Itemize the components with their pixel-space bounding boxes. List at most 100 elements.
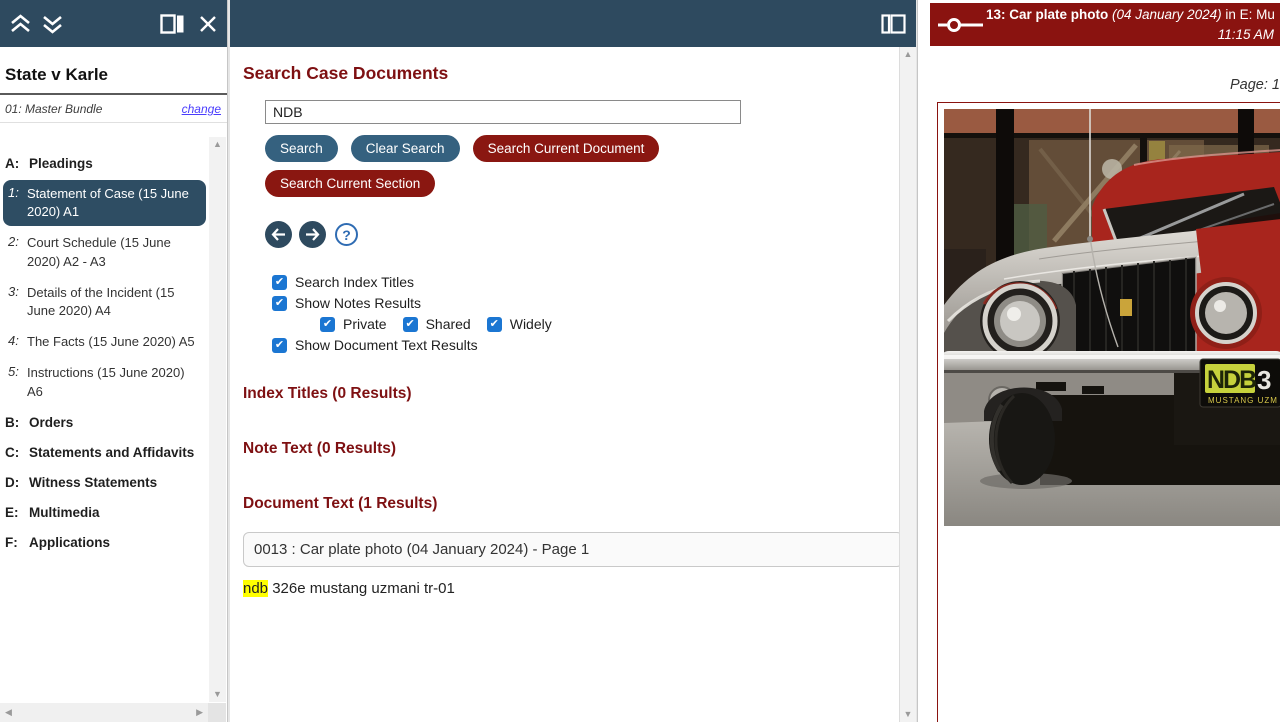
- document-number-title: 13: Car plate photo: [986, 7, 1108, 22]
- search-title: Search Case Documents: [243, 63, 876, 84]
- expand-all-icon[interactable]: [41, 13, 64, 35]
- search-input[interactable]: [265, 100, 741, 124]
- item-label: Instructions (15 June 2020) A6: [27, 364, 199, 400]
- scroll-right-icon[interactable]: ▶: [196, 708, 203, 717]
- section-letter: C:: [5, 445, 29, 460]
- item-label: Court Schedule (15 June 2020) A2 - A3: [27, 234, 199, 270]
- document-viewer-panel: 13: Car plate photo (04 January 2024) in…: [917, 0, 1280, 722]
- result-snippet: ndb 326e mustang uzmani tr-01: [243, 580, 876, 597]
- split-view-icon[interactable]: [881, 14, 906, 34]
- index-section-pleadings[interactable]: A:Pleadings: [3, 150, 206, 177]
- search-panel-header: [230, 0, 916, 47]
- index-panel-header: [0, 0, 227, 47]
- change-bundle-link[interactable]: change: [182, 102, 221, 116]
- search-current-document-button[interactable]: Search Current Document: [473, 135, 660, 162]
- document-page[interactable]: NDB 3 MUSTANG UZM: [937, 102, 1280, 722]
- search-button[interactable]: Search: [265, 135, 338, 162]
- case-index-tree: A:Pleadings1:Statement of Case (15 June …: [0, 137, 208, 702]
- search-index-titles-checkbox[interactable]: ✔: [272, 275, 287, 290]
- index-section-statements-and-affidavits[interactable]: C:Statements and Affidavits: [3, 439, 206, 466]
- section-letter: E:: [5, 505, 29, 520]
- scroll-down-icon[interactable]: ▼: [904, 710, 913, 719]
- index-document-item[interactable]: 1:Statement of Case (15 June 2020) A1: [3, 180, 206, 226]
- item-label: Details of the Incident (15 June 2020) A…: [27, 284, 199, 320]
- show-notes-results-label: Show Notes Results: [295, 295, 421, 311]
- search-vertical-scrollbar[interactable]: ▲ ▼: [899, 47, 916, 722]
- scroll-left-icon[interactable]: ◀: [5, 708, 12, 717]
- index-horizontal-scrollbar[interactable]: ◀ ▶: [0, 703, 208, 722]
- scroll-down-icon[interactable]: ▼: [213, 690, 222, 699]
- plate-letters: NDB: [1207, 366, 1256, 394]
- section-letter: F:: [5, 535, 29, 550]
- car-plate-photo: NDB 3 MUSTANG UZM: [944, 109, 1280, 526]
- page-slider-icon[interactable]: [938, 15, 986, 35]
- collapse-all-icon[interactable]: [9, 13, 32, 35]
- close-icon[interactable]: [198, 14, 218, 34]
- section-title: Witness Statements: [29, 475, 157, 490]
- show-document-text-checkbox[interactable]: ✔: [272, 338, 287, 353]
- index-vertical-scrollbar[interactable]: ▲ ▼: [209, 137, 226, 702]
- document-date: (04 January 2024): [1108, 7, 1221, 22]
- scroll-up-icon[interactable]: ▲: [904, 50, 913, 59]
- section-letter: A:: [5, 156, 29, 171]
- document-text-heading: Document Text (1 Results): [243, 495, 876, 513]
- item-label: The Facts (15 June 2020) A5: [27, 333, 199, 351]
- viewer-timestamp: 11:15 AM: [986, 25, 1274, 45]
- previous-result-button[interactable]: [265, 221, 292, 248]
- section-letter: B:: [5, 415, 29, 430]
- app-window: State v Karle 01: Master Bundle change A…: [0, 0, 1280, 722]
- split-view-icon[interactable]: [160, 14, 185, 34]
- snippet-highlight: ndb: [243, 580, 268, 597]
- scrollbar-corner: [208, 703, 226, 722]
- search-panel: Search Case Documents Search Clear Searc…: [230, 0, 916, 722]
- private-label: Private: [343, 316, 387, 332]
- index-section-multimedia[interactable]: E:Multimedia: [3, 499, 206, 526]
- item-number: 1:: [5, 185, 27, 221]
- viewer-title-line: 13: Car plate photo (04 January 2024) in…: [986, 5, 1274, 25]
- item-number: 2:: [5, 234, 27, 270]
- index-panel: State v Karle 01: Master Bundle change A…: [0, 0, 228, 722]
- search-options: ✔ Search Index Titles ✔ Show Notes Resul…: [243, 274, 876, 353]
- section-title: Pleadings: [29, 156, 93, 171]
- search-index-titles-label: Search Index Titles: [295, 274, 414, 290]
- next-result-button[interactable]: [299, 221, 326, 248]
- search-content: Search Case Documents Search Clear Searc…: [230, 47, 916, 597]
- shared-label: Shared: [426, 316, 471, 332]
- index-titles-heading: Index Titles (0 Results): [243, 385, 876, 403]
- widely-label: Widely: [510, 316, 552, 332]
- item-label: Statement of Case (15 June 2020) A1: [27, 185, 199, 221]
- plate-subtext: MUSTANG UZM: [1208, 396, 1278, 405]
- section-title: Orders: [29, 415, 73, 430]
- clear-search-button[interactable]: Clear Search: [351, 135, 460, 162]
- index-document-item[interactable]: 4:The Facts (15 June 2020) A5: [3, 328, 206, 356]
- index-section-applications[interactable]: F:Applications: [3, 529, 206, 556]
- item-number: 5:: [5, 364, 27, 400]
- viewer-title: 13: Car plate photo (04 January 2024) in…: [986, 5, 1276, 44]
- scroll-up-icon[interactable]: ▲: [213, 140, 222, 149]
- bundle-label: 01: Master Bundle: [5, 102, 102, 116]
- index-section-witness-statements[interactable]: D:Witness Statements: [3, 469, 206, 496]
- index-document-item[interactable]: 2:Court Schedule (15 June 2020) A2 - A3: [3, 229, 206, 275]
- search-current-section-button[interactable]: Search Current Section: [265, 170, 435, 197]
- document-section: in E: Mu: [1222, 7, 1275, 22]
- section-title: Multimedia: [29, 505, 100, 520]
- section-title: Applications: [29, 535, 110, 550]
- plate-digit: 3: [1257, 365, 1271, 395]
- index-document-item[interactable]: 5:Instructions (15 June 2020) A6: [3, 359, 206, 405]
- item-number: 3:: [5, 284, 27, 320]
- show-document-text-label: Show Document Text Results: [295, 337, 478, 353]
- section-letter: D:: [5, 475, 29, 490]
- index-document-item[interactable]: 3:Details of the Incident (15 June 2020)…: [3, 279, 206, 325]
- document-result-item[interactable]: 0013 : Car plate photo (04 January 2024)…: [243, 532, 903, 567]
- index-section-orders[interactable]: B:Orders: [3, 409, 206, 436]
- show-notes-results-checkbox[interactable]: ✔: [272, 296, 287, 311]
- bundle-row: 01: Master Bundle change: [0, 95, 227, 123]
- shared-checkbox[interactable]: ✔: [403, 317, 418, 332]
- snippet-rest: 326e mustang uzmani tr-01: [268, 580, 455, 597]
- widely-checkbox[interactable]: ✔: [487, 317, 502, 332]
- section-title: Statements and Affidavits: [29, 445, 194, 460]
- page-number-label: Page: 1: [1230, 77, 1280, 93]
- item-number: 4:: [5, 333, 27, 351]
- help-icon[interactable]: ?: [335, 223, 358, 246]
- private-checkbox[interactable]: ✔: [320, 317, 335, 332]
